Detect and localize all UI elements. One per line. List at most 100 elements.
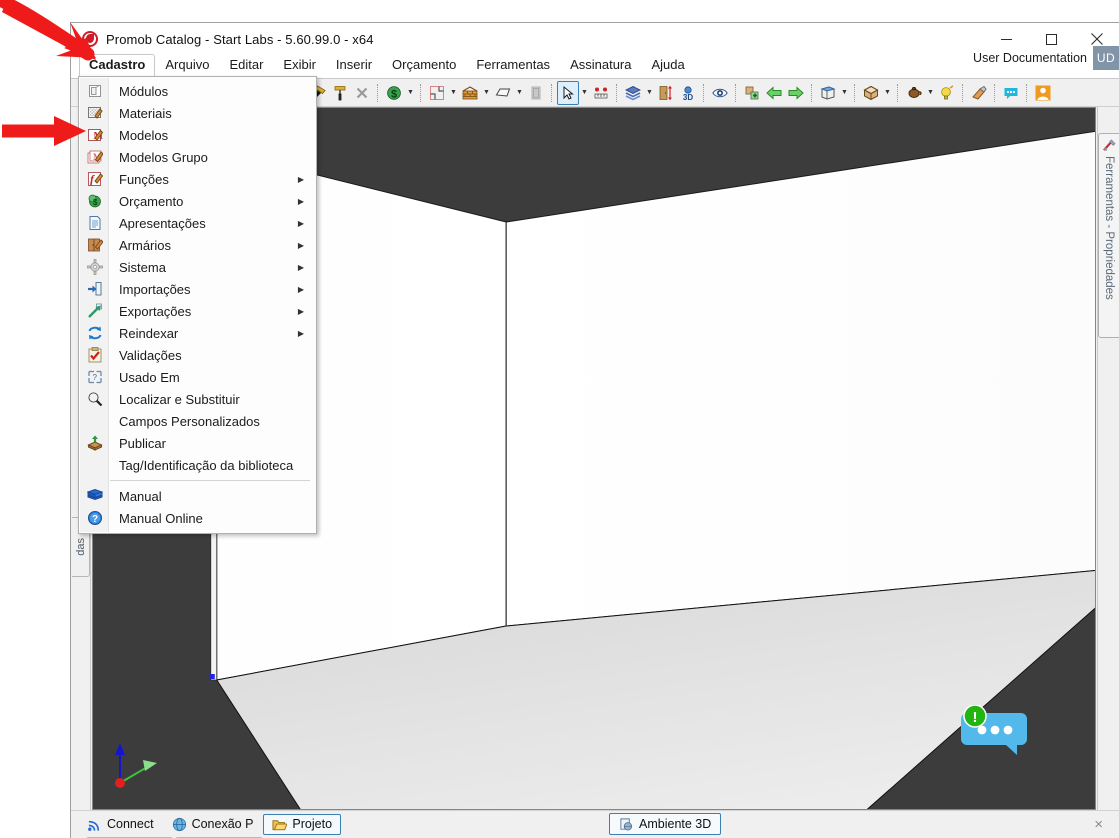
materials-swatch-icon — [82, 103, 108, 123]
document-tab-ambiente-3d[interactable]: Ambiente 3D — [609, 813, 721, 835]
menu-item-tag-identifica-o-da-biblioteca[interactable]: Tag/Identificação da biblioteca — [79, 454, 316, 476]
toolbar-group-add-button[interactable] — [741, 81, 763, 105]
menu-item-label: Manual — [119, 489, 162, 504]
toolbar-paint-roller-button[interactable] — [329, 81, 351, 105]
toolbar-separator — [735, 84, 737, 102]
menu-item-arm-rios[interactable]: Armários▶ — [79, 234, 316, 256]
menu-item-sistema[interactable]: Sistema▶ — [79, 256, 316, 278]
menu-item-publicar[interactable]: Publicar — [79, 432, 316, 454]
right-vertical-tab[interactable]: Ferramentas - Propriedades — [1098, 133, 1119, 338]
toolbar-view-3d-button[interactable]: 3D — [677, 81, 699, 105]
menu-item-materiais[interactable]: Materiais — [79, 102, 316, 124]
menubar-item-or-amento[interactable]: Orçamento — [382, 54, 466, 78]
toolbar-floorplan-button[interactable] — [426, 81, 448, 105]
submenu-arrow-icon: ▶ — [298, 219, 304, 228]
toolbar-door-window-button[interactable] — [525, 81, 547, 105]
chevron-down-icon[interactable]: ▼ — [579, 81, 590, 105]
toolbar-layers-stack-button[interactable] — [622, 81, 644, 105]
menu-item-modelos-grupo[interactable]: M Modelos Grupo — [79, 146, 316, 168]
toolbar-wall-brick-button[interactable] — [459, 81, 481, 105]
chat-notification-icon[interactable]: ! — [959, 705, 1033, 757]
import-icon — [87, 281, 103, 297]
menu-item-m-dulos[interactable]: Módulos — [79, 80, 316, 102]
view-3d-icon: 3D — [680, 85, 696, 101]
submenu-arrow-icon: ▶ — [298, 175, 304, 184]
toolbar-render-cube-button[interactable] — [860, 81, 882, 105]
tab-connect[interactable]: Connect — [79, 814, 162, 835]
toolbar-arrow-left-green-button[interactable] — [763, 81, 785, 105]
folder-open-icon — [272, 817, 287, 832]
module-box-icon — [82, 81, 108, 101]
menu-item-apresenta-es[interactable]: Apresentações▶ — [79, 212, 316, 234]
teapot-icon — [906, 85, 922, 101]
menubar-item-exibir[interactable]: Exibir — [273, 54, 326, 78]
chevron-down-icon[interactable]: ▼ — [925, 81, 936, 105]
toolbar-measure-ruler-button[interactable] — [590, 81, 612, 105]
chevron-down-icon[interactable]: ▼ — [448, 81, 459, 105]
menu-item-reindexar[interactable]: Reindexar▶ — [79, 322, 316, 344]
tab-projeto[interactable]: Projeto — [263, 814, 341, 835]
toolbar-eye-visibility-button[interactable] — [709, 81, 731, 105]
toolbar-cursor-select-button[interactable] — [557, 81, 579, 105]
axis-gizmo-icon — [109, 739, 165, 791]
toolbar-eraser-button[interactable] — [968, 81, 990, 105]
models-group-icon: M — [82, 147, 108, 167]
menubar-item-ferramentas[interactable]: Ferramentas — [466, 54, 560, 78]
cadastro-dropdown-menu: MódulosMateriaisMModelosM Modelos Grupo fF… — [78, 76, 317, 534]
menubar-item-assinatura[interactable]: Assinatura — [560, 54, 641, 78]
menu-item-label: Tag/Identificação da biblioteca — [119, 458, 293, 473]
door-window-icon — [528, 85, 544, 101]
menu-item-fun-es[interactable]: fFunções▶ — [79, 168, 316, 190]
reindex-refresh-icon — [82, 323, 108, 343]
user-initials-badge[interactable]: UD — [1093, 46, 1119, 70]
menu-item-modelos[interactable]: MModelos — [79, 124, 316, 146]
chevron-down-icon[interactable]: ▼ — [405, 81, 416, 105]
presentation-page-icon — [87, 215, 103, 231]
toolbar-group-13 — [1032, 80, 1054, 106]
menu-item-or-amento[interactable]: $Orçamento▶ — [79, 190, 316, 212]
menu-item-manual-online[interactable]: ?Manual Online — [79, 507, 316, 529]
chevron-down-icon[interactable]: ▼ — [882, 81, 893, 105]
menubar-item-ajuda[interactable]: Ajuda — [641, 54, 694, 78]
menu-item-localizar-e-substituir[interactable]: Localizar e Substituir — [79, 388, 316, 410]
used-in-icon: ? — [82, 367, 108, 387]
menubar-item-editar[interactable]: Editar — [219, 54, 273, 78]
menu-item-usado-em[interactable]: ?Usado Em — [79, 366, 316, 388]
toolbar-user-account-button[interactable] — [1032, 81, 1054, 105]
menu-item-campos-personalizados[interactable]: Campos Personalizados — [79, 410, 316, 432]
toolbar-money-dollar-button[interactable]: $ — [383, 81, 405, 105]
menubar-item-inserir[interactable]: Inserir — [326, 54, 382, 78]
close-tab-icon[interactable]: × — [1094, 816, 1103, 833]
toolbar-ceiling-button[interactable] — [492, 81, 514, 105]
menu-item-manual[interactable]: Manual — [79, 485, 316, 507]
toolbar-perspective-box-button[interactable] — [817, 81, 839, 105]
eraser-icon — [971, 85, 987, 101]
svg-text:!: ! — [973, 709, 978, 726]
arrow-right-green-icon — [788, 85, 804, 101]
toolbar-chat-bubble-button[interactable] — [1000, 81, 1022, 105]
toolbar-teapot-button[interactable] — [903, 81, 925, 105]
toolbar-lightbulb-button[interactable] — [936, 81, 958, 105]
chevron-down-icon[interactable]: ▼ — [839, 81, 850, 105]
presentation-page-icon — [82, 213, 108, 233]
screenshot-root: Promob Catalog - Start Labs - 5.60.99.0 … — [0, 0, 1119, 838]
menu-item-exporta-es[interactable]: Exportações▶ — [79, 300, 316, 322]
menu-item-label: Modelos Grupo — [119, 150, 208, 165]
tab-conex-o-p[interactable]: Conexão P — [164, 814, 262, 835]
reindex-refresh-icon — [87, 325, 103, 341]
toolbar-separator — [420, 84, 422, 102]
toolbar-group-9: ▼ — [860, 80, 893, 106]
menubar-item-arquivo[interactable]: Arquivo — [155, 54, 219, 78]
user-documentation-label: User Documentation — [973, 51, 1087, 65]
models-icon: M — [82, 125, 108, 145]
menu-item-importa-es[interactable]: Importações▶ — [79, 278, 316, 300]
toolbar-delete-x-button[interactable] — [351, 81, 373, 105]
toolbar-arrow-right-green-button[interactable] — [785, 81, 807, 105]
chevron-down-icon[interactable]: ▼ — [514, 81, 525, 105]
chevron-down-icon[interactable]: ▼ — [481, 81, 492, 105]
toolbar-height-dimension-button[interactable] — [655, 81, 677, 105]
publish-box-icon — [87, 435, 103, 451]
menu-item-valida-es[interactable]: Validações — [79, 344, 316, 366]
chevron-down-icon[interactable]: ▼ — [644, 81, 655, 105]
right-panel-strip: Ferramentas - Propriedades — [1097, 107, 1119, 810]
